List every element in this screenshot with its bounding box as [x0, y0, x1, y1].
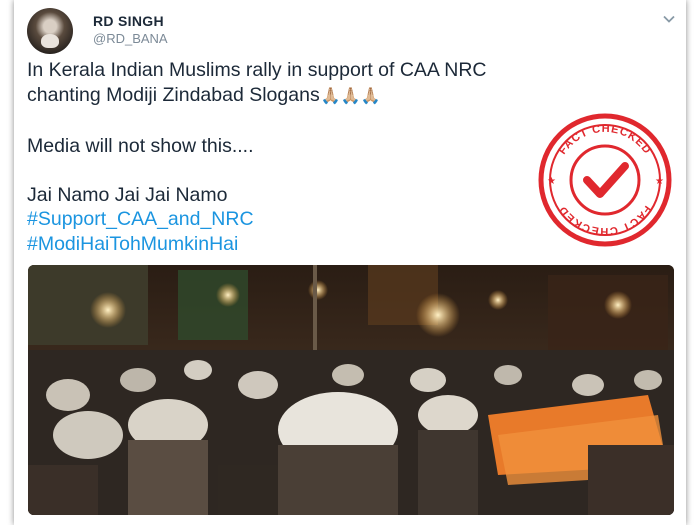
crowd-scene	[28, 265, 674, 515]
folded-hands-icon: 🙏🏼🙏🏼🙏🏼	[320, 87, 381, 105]
avatar[interactable]	[27, 8, 73, 54]
fact-checked-stamp: FACT CHECKED FACT CHECKED ★ ★	[538, 113, 672, 247]
svg-text:★: ★	[655, 176, 664, 187]
video-thumbnail[interactable]	[28, 265, 674, 515]
author-name[interactable]: RD SINGH	[93, 13, 164, 29]
tweet-line: Jai Namo Jai Jai Namo	[27, 183, 228, 206]
tweet-text: In Kerala Indian Muslims rally in suppor…	[27, 58, 587, 256]
svg-text:★: ★	[547, 176, 556, 187]
hashtag-link[interactable]: #ModiHaiTohMumkinHai	[27, 232, 587, 257]
tweet-line: In Kerala Indian Muslims rally in suppor…	[27, 59, 487, 81]
tweet-line: Media will not show this....	[27, 134, 254, 157]
author-handle[interactable]: @RD_BANA	[93, 31, 168, 46]
tweet-card: RD SINGH @RD_BANA In Kerala Indian Musli…	[14, 0, 686, 525]
hashtag-link[interactable]: #Support_CAA_and_NRC	[27, 207, 587, 232]
chevron-down-icon[interactable]	[662, 12, 676, 26]
tweet-line: chanting Modiji Zindabad Slogans🙏🏼🙏🏼🙏🏼	[27, 83, 587, 110]
